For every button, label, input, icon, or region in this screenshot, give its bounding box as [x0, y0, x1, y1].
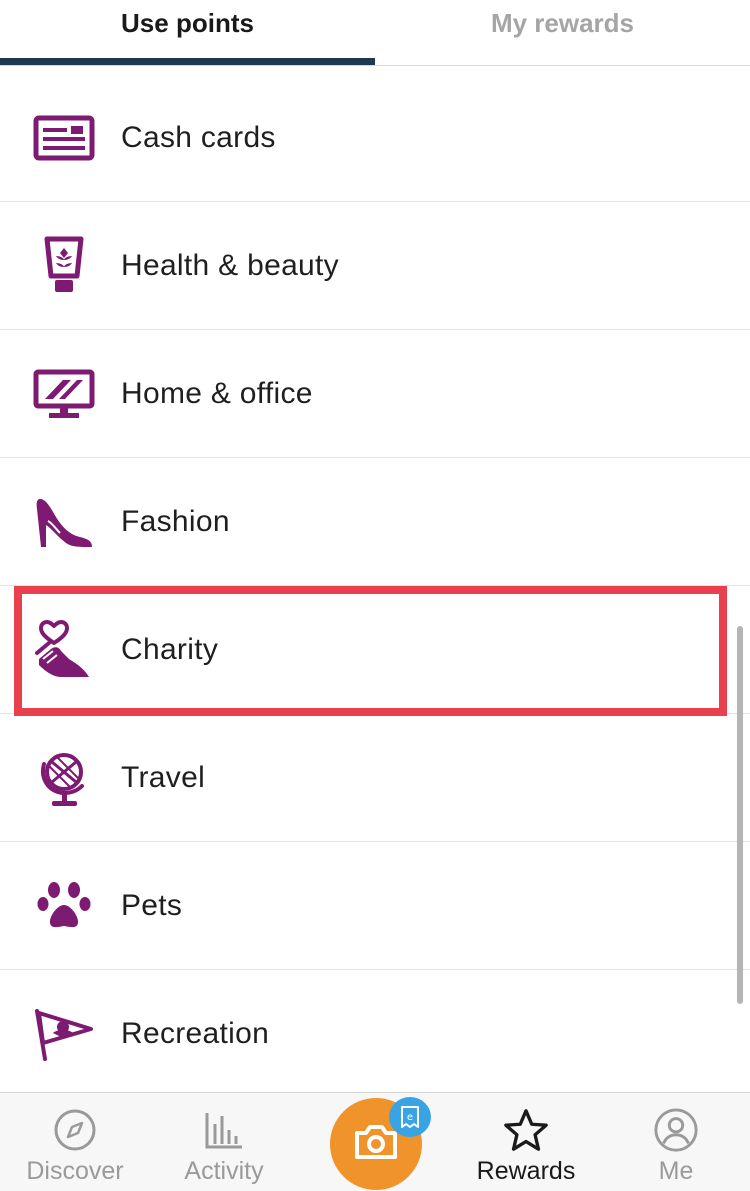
heart-hand-icon: [32, 620, 96, 680]
category-label: Fashion: [121, 504, 230, 538]
globe-icon: [32, 748, 96, 808]
nav-activity[interactable]: Activity: [175, 1093, 273, 1191]
category-label: Cash cards: [121, 120, 276, 154]
pennant-flag-icon: [32, 1004, 96, 1064]
category-list: Cash cards Health & beauty Home & office: [0, 74, 750, 1098]
tab-use-points[interactable]: Use points: [0, 0, 375, 66]
nav-me[interactable]: Me: [640, 1093, 712, 1191]
category-row-recreation[interactable]: Recreation: [0, 970, 750, 1098]
category-row-pets[interactable]: Pets: [0, 842, 750, 970]
paw-icon: [32, 876, 96, 936]
category-label: Travel: [121, 760, 206, 794]
category-row-home-office[interactable]: Home & office: [0, 330, 750, 458]
scrollbar[interactable]: [737, 626, 743, 1004]
nav-rewards[interactable]: Rewards: [470, 1093, 582, 1191]
camera-icon: [353, 1123, 399, 1166]
category-row-health-beauty[interactable]: Health & beauty: [0, 202, 750, 330]
svg-text:e: e: [407, 1112, 413, 1123]
category-label: Health & beauty: [121, 248, 339, 282]
cash-card-icon: [32, 108, 96, 168]
high-heel-icon: [32, 492, 96, 552]
profile-icon: [653, 1107, 699, 1153]
e-receipt-badge-icon: e: [389, 1097, 431, 1137]
nav-label: Rewards: [476, 1157, 576, 1185]
bar-chart-icon: [201, 1107, 247, 1153]
category-row-charity[interactable]: Charity: [0, 586, 750, 714]
category-row-cash-cards[interactable]: Cash cards: [0, 74, 750, 202]
star-icon: [503, 1107, 549, 1153]
active-tab-indicator: [0, 58, 375, 65]
compass-icon: [52, 1107, 98, 1153]
monitor-icon: [32, 364, 96, 424]
category-label: Home & office: [121, 376, 313, 410]
category-label: Pets: [121, 888, 183, 922]
nav-discover[interactable]: Discover: [22, 1093, 128, 1191]
tab-bar: Use points My rewards: [0, 0, 750, 66]
beauty-tube-icon: [32, 236, 96, 296]
category-row-travel[interactable]: Travel: [0, 714, 750, 842]
tab-my-rewards[interactable]: My rewards: [375, 0, 750, 66]
category-row-fashion[interactable]: Fashion: [0, 458, 750, 586]
nav-label: Activity: [184, 1157, 264, 1185]
category-label: Charity: [121, 632, 219, 666]
nav-label: Discover: [26, 1157, 124, 1185]
nav-label: Me: [658, 1157, 694, 1185]
category-label: Recreation: [121, 1016, 270, 1050]
